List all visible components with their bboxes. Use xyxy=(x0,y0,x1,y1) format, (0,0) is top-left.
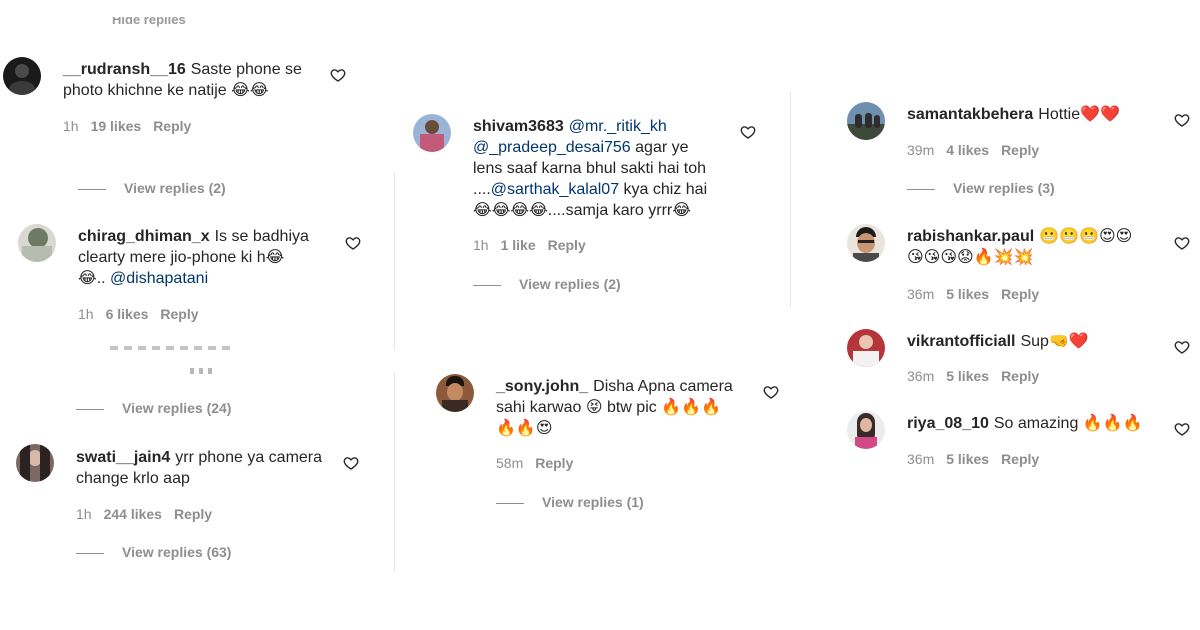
heart-icon[interactable] xyxy=(330,67,346,83)
username[interactable]: riya_08_10 xyxy=(907,415,989,432)
username[interactable]: __rudransh__16 xyxy=(63,61,186,78)
comment-text: Saste phone se xyxy=(190,61,302,78)
mention-link[interactable]: @dishapatani xyxy=(110,270,208,287)
likes-count[interactable]: 1 like xyxy=(501,237,536,253)
comment-text: .... xyxy=(473,181,491,198)
heart-icon[interactable] xyxy=(763,384,779,400)
column-divider xyxy=(790,92,791,307)
comment-text: sahi karwao 😝 btw pic 🔥🔥🔥 xyxy=(496,399,721,416)
avatar[interactable] xyxy=(413,114,451,152)
heart-icon[interactable] xyxy=(740,124,756,140)
reply-button[interactable]: Reply xyxy=(153,118,191,134)
avatar[interactable] xyxy=(16,444,54,482)
avatar[interactable] xyxy=(436,374,474,412)
comment-text: agar ye xyxy=(630,139,689,156)
comment-text: 😂😂😂😂....samja karo yrrr😂 xyxy=(473,202,691,219)
cropped-text-fragment xyxy=(190,368,214,374)
avatar[interactable] xyxy=(18,224,56,262)
reply-button[interactable]: Reply xyxy=(1001,451,1039,467)
comment-text: 🔥🔥😍 xyxy=(496,420,553,437)
heart-icon[interactable] xyxy=(345,235,361,251)
comment-text: photo khichne ke natije 😂😂 xyxy=(63,82,269,99)
likes-count[interactable]: 5 likes xyxy=(946,286,989,302)
comment-text: kya chiz hai xyxy=(619,181,708,198)
avatar[interactable] xyxy=(847,329,885,367)
mention-link[interactable]: @_pradeep_desai756 xyxy=(473,139,631,156)
view-replies-button[interactable]: View replies (2) xyxy=(473,276,621,292)
username[interactable]: _sony.john_ xyxy=(496,378,588,395)
avatar[interactable] xyxy=(847,224,885,262)
comment-text: clearty mere jio-phone ki h😂 xyxy=(78,249,285,266)
column-divider xyxy=(394,372,395,572)
timestamp: 1h xyxy=(63,118,79,134)
reply-button[interactable]: Reply xyxy=(160,306,198,322)
avatar[interactable] xyxy=(3,57,41,95)
timestamp: 1h xyxy=(78,306,94,322)
reply-button[interactable]: Reply xyxy=(548,237,586,253)
username[interactable]: swati__jain4 xyxy=(76,449,170,466)
heart-icon[interactable] xyxy=(1174,112,1190,128)
likes-count[interactable]: 5 likes xyxy=(946,368,989,384)
view-replies-button[interactable]: View replies (24) xyxy=(76,400,231,416)
likes-count[interactable]: 244 likes xyxy=(104,506,162,522)
username[interactable]: samantakbehera xyxy=(907,106,1033,123)
likes-count[interactable]: 19 likes xyxy=(91,118,142,134)
heart-icon[interactable] xyxy=(1174,421,1190,437)
reply-button[interactable]: Reply xyxy=(1001,142,1039,158)
comment-text: Hottie❤️❤️ xyxy=(1038,106,1120,123)
comment-text: 😂.. xyxy=(78,270,111,287)
comment-text: 😬😬😬😍😍 xyxy=(1039,228,1133,245)
comment-text: Disha Apna camera xyxy=(593,378,733,395)
likes-count[interactable]: 5 likes xyxy=(946,451,989,467)
username[interactable]: shivam3683 xyxy=(473,118,564,135)
heart-icon[interactable] xyxy=(1174,339,1190,355)
likes-count[interactable]: 4 likes xyxy=(946,142,989,158)
comment-text: So amazing 🔥🔥🔥 xyxy=(993,415,1143,432)
timestamp: 1h xyxy=(473,237,489,253)
heart-icon[interactable] xyxy=(343,455,359,471)
mention-link[interactable]: @mr._ritik_kh xyxy=(569,118,667,135)
username[interactable]: chirag_dhiman_x xyxy=(78,228,210,245)
comment-text: lens saaf karna bhul sakti hai toh xyxy=(473,160,707,177)
comment-text: Sup🤜❤️ xyxy=(1020,333,1089,350)
comment-text: Is se badhiya xyxy=(214,228,309,245)
timestamp: 39m xyxy=(907,142,935,158)
view-replies-button[interactable]: View replies (63) xyxy=(76,544,231,560)
reply-button[interactable]: Reply xyxy=(1001,368,1039,384)
comment-text: 😘😘😘😟🔥💥💥 xyxy=(907,249,1034,266)
comment-text: yrr phone ya camera xyxy=(175,449,323,466)
view-replies-button[interactable]: View replies (2) xyxy=(78,180,226,196)
likes-count[interactable]: 6 likes xyxy=(106,306,149,322)
timestamp: 36m xyxy=(907,286,935,302)
timestamp: 58m xyxy=(496,455,524,471)
reply-button[interactable]: Reply xyxy=(174,506,212,522)
avatar[interactable] xyxy=(847,102,885,140)
avatar[interactable] xyxy=(847,411,885,449)
reply-button[interactable]: Reply xyxy=(535,455,573,471)
view-replies-button[interactable]: View replies (3) xyxy=(907,180,1055,196)
timestamp: 36m xyxy=(907,451,935,467)
view-replies-button[interactable]: View replies (1) xyxy=(496,494,644,510)
heart-icon[interactable] xyxy=(1174,235,1190,251)
mention-link[interactable]: @sarthak_kalal07 xyxy=(491,181,619,198)
username[interactable]: vikrantofficiall xyxy=(907,333,1015,350)
timestamp: 36m xyxy=(907,368,935,384)
username[interactable]: rabishankar.paul xyxy=(907,228,1034,245)
reply-button[interactable]: Reply xyxy=(1001,286,1039,302)
timestamp: 1h xyxy=(76,506,92,522)
column-divider xyxy=(394,172,395,350)
comment-text: change krlo aap xyxy=(76,470,190,487)
